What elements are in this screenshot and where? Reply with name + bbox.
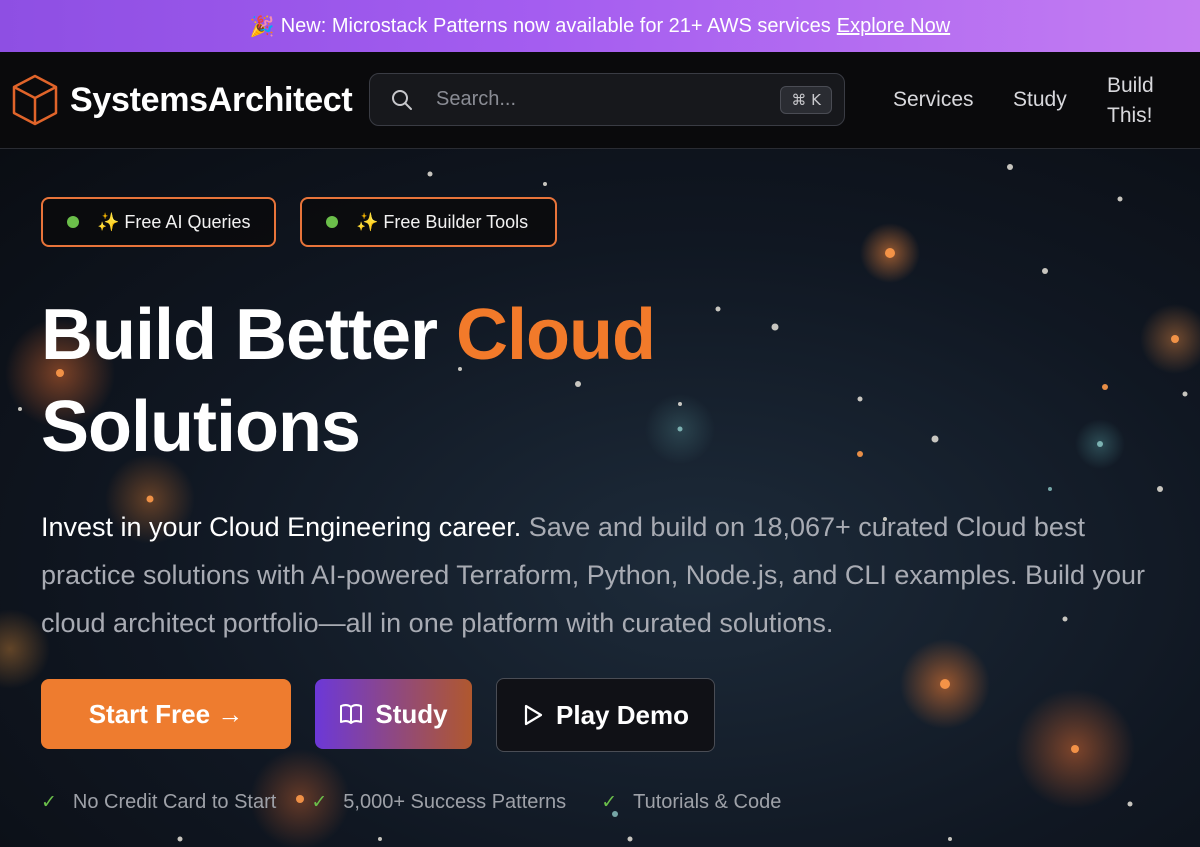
hero-headline: Build Better Cloud Solutions (41, 289, 941, 473)
headline-accent: Cloud (456, 295, 656, 375)
check-icon: ✓ (41, 792, 57, 813)
check-item: ✓ No Credit Card to Start (41, 791, 276, 814)
nav-link-study[interactable]: Study (1013, 88, 1067, 112)
announcement-bar: 🎉 New: Microstack Patterns now available… (0, 0, 1200, 52)
check-icon: ✓ (601, 792, 618, 813)
status-dot-icon (326, 216, 338, 228)
nav-link-build-this[interactable]: Build This! (1107, 71, 1187, 131)
brand-name: SystemsArchitect (70, 80, 353, 119)
search-box[interactable]: ⌘ K (369, 73, 845, 126)
check-item: ✓ Tutorials & Code (601, 791, 781, 814)
badge-label: ✨ Free AI Queries (97, 211, 251, 232)
navbar: SystemsArchitect ⌘ K Services Study Buil… (0, 52, 1200, 149)
status-dot-icon (67, 216, 79, 228)
start-free-button[interactable]: Start Free → (41, 679, 291, 749)
headline-part-1: Build Better (41, 295, 457, 375)
party-icon: 🎉 (249, 15, 275, 38)
badge-free-builder-tools: ✨ Free Builder Tools (300, 197, 557, 247)
subtext-lead: Invest in your Cloud Engineering career. (41, 512, 522, 542)
announcement-text: New: Microstack Patterns now available f… (280, 14, 831, 37)
check-label: 5,000+ Success Patterns (343, 791, 567, 813)
check-icon: ✓ (311, 792, 328, 813)
play-icon (522, 703, 544, 727)
badge-label: ✨ Free Builder Tools (356, 211, 529, 232)
start-free-label: Start Free → (88, 698, 244, 729)
headline-part-2: Solutions (41, 387, 361, 467)
book-icon (339, 703, 363, 725)
search-input[interactable] (436, 88, 781, 111)
check-label: No Credit Card to Start (72, 791, 277, 813)
feature-checklist: ✓ No Credit Card to Start ✓ 5,000+ Succe… (41, 791, 816, 814)
hero-section: ✨ Free AI Queries ✨ Free Builder Tools B… (0, 149, 1200, 847)
explore-now-link[interactable]: Explore Now (837, 15, 950, 38)
study-label: Study (375, 698, 448, 729)
check-item: ✓ 5,000+ Success Patterns (311, 791, 566, 814)
cube-logo-icon (12, 74, 58, 126)
play-demo-button[interactable]: Play Demo (496, 678, 715, 752)
search-icon (392, 89, 412, 110)
hero-subtext: Invest in your Cloud Engineering career.… (41, 503, 1181, 647)
brand-logo[interactable]: SystemsArchitect (10, 72, 353, 128)
nav-link-services[interactable]: Services (893, 88, 974, 112)
keyboard-shortcut-badge: ⌘ K (780, 85, 832, 114)
play-demo-label: Play Demo (556, 699, 689, 730)
study-button[interactable]: Study (315, 679, 472, 749)
check-label: Tutorials & Code (633, 791, 782, 813)
badge-free-ai-queries: ✨ Free AI Queries (41, 197, 276, 247)
